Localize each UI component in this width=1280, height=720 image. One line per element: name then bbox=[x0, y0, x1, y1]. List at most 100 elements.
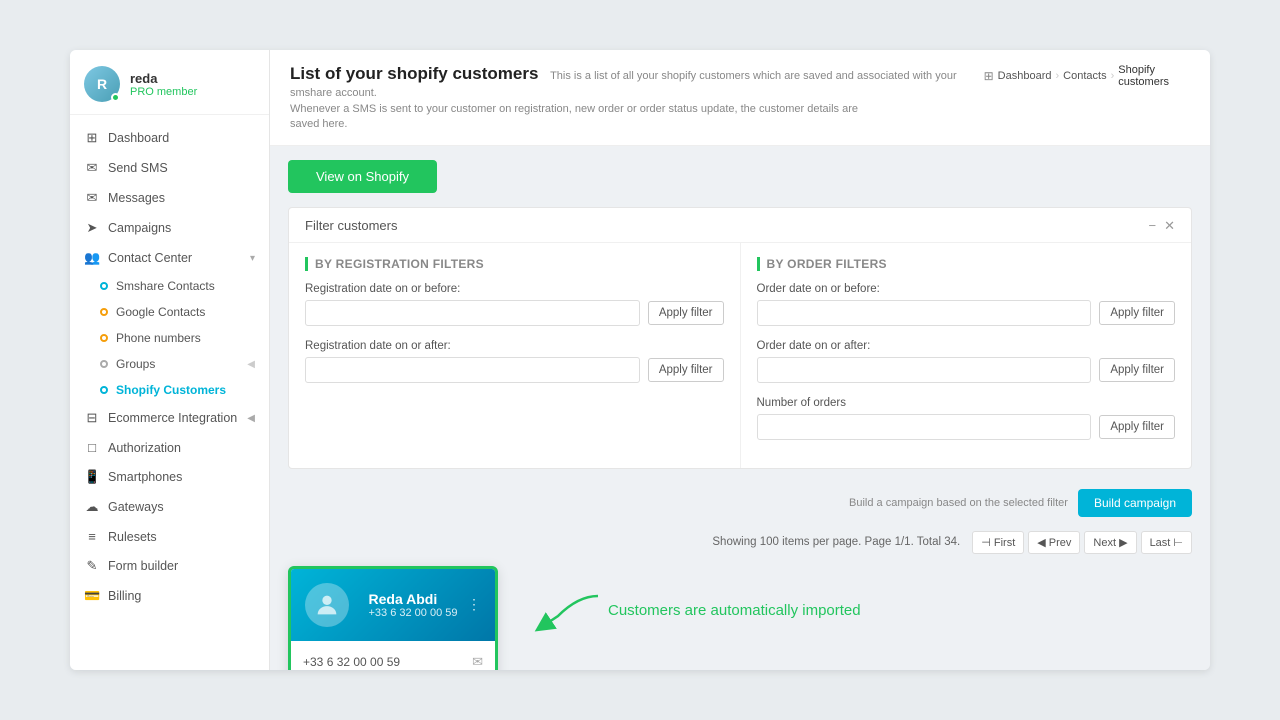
filter-input-reg-before[interactable] bbox=[305, 300, 640, 326]
close-icon[interactable]: ✕ bbox=[1164, 218, 1175, 234]
ecommerce-icon: ⊟ bbox=[84, 410, 100, 426]
dashboard-icon: ⊞ bbox=[84, 130, 100, 146]
filter-field-order-after: Order date on or after: Apply filter bbox=[757, 340, 1176, 383]
sidebar-item-send-sms[interactable]: ✉ Send SMS bbox=[70, 153, 269, 183]
sidebar-profile: R reda PRO member bbox=[70, 50, 269, 115]
page-header: List of your shopify customers This is a… bbox=[270, 50, 1210, 146]
annotation-wrapper: Customers are automatically imported bbox=[528, 586, 861, 636]
apply-filter-button-5[interactable]: Apply filter bbox=[1099, 415, 1175, 439]
campaign-row: Build a campaign based on the selected f… bbox=[288, 483, 1192, 525]
filter-label-order-before: Order date on or before: bbox=[757, 283, 1176, 295]
filter-columns: By registration filters Registration dat… bbox=[289, 243, 1191, 468]
dot-icon bbox=[100, 308, 108, 316]
customer-card-header: Reda Abdi +33 6 32 00 00 59 ⋮ bbox=[291, 569, 495, 641]
card-menu-icon[interactable]: ⋮ bbox=[467, 596, 481, 613]
customer-area: Reda Abdi +33 6 32 00 00 59 ⋮ +33 6 32 0… bbox=[288, 566, 1192, 670]
sidebar-item-authorization[interactable]: □ Authorization bbox=[70, 433, 269, 462]
sidebar-item-smartphones[interactable]: 📱 Smartphones bbox=[70, 462, 269, 492]
filter-field-reg-before: Registration date on or before: Apply fi… bbox=[305, 283, 724, 326]
minimize-icon[interactable]: − bbox=[1149, 218, 1157, 234]
sidebar-item-label: Ecommerce Integration bbox=[108, 411, 247, 425]
sidebar-item-shopify-customers[interactable]: Shopify Customers bbox=[70, 377, 269, 403]
sidebar-item-google-contacts[interactable]: Google Contacts bbox=[70, 299, 269, 325]
sidebar-item-label: Authorization bbox=[108, 441, 255, 455]
sidebar-item-campaigns[interactable]: ➤ Campaigns bbox=[70, 213, 269, 243]
filter-label-num-orders: Number of orders bbox=[757, 397, 1176, 409]
sidebar-nav: ⊞ Dashboard ✉ Send SMS ✉ Messages ➤ Camp… bbox=[70, 115, 269, 670]
breadcrumb-current: Shopify customers bbox=[1118, 64, 1190, 88]
sidebar-item-label: Rulesets bbox=[108, 530, 255, 544]
chevron-icon: ◀ bbox=[247, 413, 255, 424]
dot-icon bbox=[100, 386, 108, 394]
filter-input-reg-after[interactable] bbox=[305, 357, 640, 383]
pagination-prev-button[interactable]: ◀ Prev bbox=[1028, 531, 1080, 554]
campaign-hint: Build a campaign based on the selected f… bbox=[849, 497, 1068, 509]
sidebar-item-label: Dashboard bbox=[108, 131, 255, 145]
build-campaign-button[interactable]: Build campaign bbox=[1078, 489, 1192, 517]
sidebar-item-rulesets[interactable]: ≡ Rulesets bbox=[70, 522, 269, 551]
sidebar-item-phone-numbers[interactable]: Phone numbers bbox=[70, 325, 269, 351]
filter-label-reg-before: Registration date on or before: bbox=[305, 283, 724, 295]
filter-panel-title: Filter customers bbox=[305, 218, 397, 233]
breadcrumb: ⊞ Dashboard › Contacts › Shopify custome… bbox=[984, 64, 1190, 88]
dot-icon bbox=[100, 282, 108, 290]
pagination-row: Showing 100 items per page. Page 1/1. To… bbox=[288, 525, 1192, 562]
profile-role: PRO member bbox=[130, 86, 197, 98]
filter-input-order-after[interactable] bbox=[757, 357, 1092, 383]
filter-input-num-orders[interactable] bbox=[757, 414, 1092, 440]
apply-filter-button-3[interactable]: Apply filter bbox=[1099, 301, 1175, 325]
sidebar-item-contact-center[interactable]: 👥 Contact Center ▾ bbox=[70, 243, 269, 273]
main-content: List of your shopify customers This is a… bbox=[270, 50, 1210, 670]
sidebar-item-label: Contact Center bbox=[108, 251, 250, 265]
sidebar-sub-label: Google Contacts bbox=[116, 305, 205, 319]
view-shopify-button[interactable]: View on Shopify bbox=[288, 160, 437, 193]
customer-detail-phone: +33 6 32 00 00 59 bbox=[303, 655, 400, 669]
sidebar-sub-label: Shopify Customers bbox=[116, 383, 226, 397]
customer-card-body: +33 6 32 00 00 59 ✉ Edit ⊟ bbox=[291, 641, 495, 670]
pagination-info: Showing 100 items per page. Page 1/1. To… bbox=[712, 536, 960, 548]
chevron-down-icon: ▾ bbox=[250, 253, 255, 264]
pagination-next-button[interactable]: Next ▶ bbox=[1084, 531, 1136, 554]
profile-info: reda PRO member bbox=[130, 71, 197, 98]
smartphones-icon: 📱 bbox=[84, 469, 100, 485]
filter-field-order-before: Order date on or before: Apply filter bbox=[757, 283, 1176, 326]
contact-center-subnav: Smshare Contacts Google Contacts Phone n… bbox=[70, 273, 269, 403]
authorization-icon: □ bbox=[84, 440, 100, 455]
apply-filter-button[interactable]: Apply filter bbox=[648, 301, 724, 325]
pagination-first-button[interactable]: ⊣ First bbox=[972, 531, 1024, 554]
customer-phone: +33 6 32 00 00 59 bbox=[369, 607, 458, 619]
form-builder-icon: ✎ bbox=[84, 558, 100, 574]
sidebar-sub-label: Smshare Contacts bbox=[116, 279, 215, 293]
page-subtitle: Whenever a SMS is sent to your customer … bbox=[290, 102, 870, 133]
page-body: View on Shopify Filter customers − ✕ By … bbox=[270, 146, 1210, 670]
sidebar-item-label: Gateways bbox=[108, 500, 255, 514]
customer-name: Reda Abdi bbox=[369, 591, 458, 607]
sidebar-item-ecommerce[interactable]: ⊟ Ecommerce Integration ◀ bbox=[70, 403, 269, 433]
sidebar-item-smshare-contacts[interactable]: Smshare Contacts bbox=[70, 273, 269, 299]
sidebar-item-label: Messages bbox=[108, 191, 255, 205]
filter-input-order-before[interactable] bbox=[757, 300, 1092, 326]
pagination-last-button[interactable]: Last ⊢ bbox=[1141, 531, 1192, 554]
sidebar-item-gateways[interactable]: ☁ Gateways bbox=[70, 492, 269, 522]
messages-icon: ✉ bbox=[84, 190, 100, 206]
sidebar-item-groups[interactable]: Groups ◀ bbox=[70, 351, 269, 377]
filter-label-order-after: Order date on or after: bbox=[757, 340, 1176, 352]
sidebar-item-messages[interactable]: ✉ Messages bbox=[70, 183, 269, 213]
apply-filter-button-2[interactable]: Apply filter bbox=[648, 358, 724, 382]
filter-col-right: By order filters Order date on or before… bbox=[741, 243, 1192, 468]
filter-panel-header: Filter customers − ✕ bbox=[289, 208, 1191, 243]
sidebar-item-label: Send SMS bbox=[108, 161, 255, 175]
sidebar-item-billing[interactable]: 💳 Billing bbox=[70, 581, 269, 611]
filter-col-left: By registration filters Registration dat… bbox=[289, 243, 741, 468]
apply-filter-button-4[interactable]: Apply filter bbox=[1099, 358, 1175, 382]
send-sms-icon: ✉ bbox=[84, 160, 100, 176]
breadcrumb-contacts[interactable]: Contacts bbox=[1063, 70, 1106, 82]
breadcrumb-dashboard[interactable]: Dashboard bbox=[998, 70, 1052, 82]
sidebar-item-form-builder[interactable]: ✎ Form builder bbox=[70, 551, 269, 581]
contact-center-icon: 👥 bbox=[84, 250, 100, 266]
sidebar-item-dashboard[interactable]: ⊞ Dashboard bbox=[70, 123, 269, 153]
rulesets-icon: ≡ bbox=[84, 529, 100, 544]
annotation-arrow bbox=[528, 586, 608, 636]
annotation-text: Customers are automatically imported bbox=[608, 602, 861, 619]
filter-field-reg-after: Registration date on or after: Apply fil… bbox=[305, 340, 724, 383]
